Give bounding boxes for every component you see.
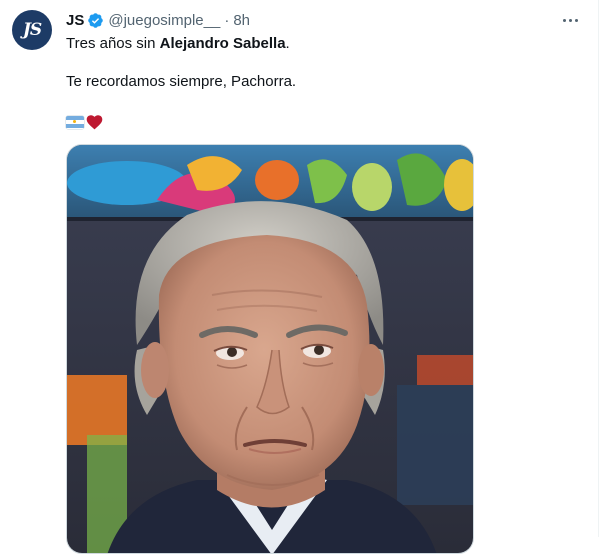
separator-dot: · (224, 11, 230, 29)
tweet-text-suffix: . (285, 35, 290, 52)
tweet-text-line-1: Tres años sin Alejandro Sabella. (66, 34, 290, 54)
tweet-photo[interactable] (66, 144, 474, 554)
tweet-header: JS @juegosimple__ · 8h (66, 10, 250, 30)
tweet-text-line-2: Te recordamos siempre, Pachorra. (66, 73, 297, 90)
tweet-text-prefix: Tres años sin (66, 35, 160, 52)
more-dot-icon (568, 18, 572, 22)
more-dot-icon (562, 18, 566, 22)
portrait-photo (67, 145, 473, 553)
tweet-text-name: Alejandro Sabella (159, 35, 286, 52)
timestamp[interactable]: 8h (233, 12, 250, 29)
red-heart-icon (86, 114, 103, 130)
more-dot-icon (574, 18, 578, 22)
verified-badge-icon (87, 12, 104, 29)
flag-argentina-icon (66, 115, 84, 129)
emoji-row (66, 113, 103, 131)
avatar-initials: JS (22, 20, 42, 40)
more-options-button[interactable] (556, 8, 584, 32)
display-name[interactable]: JS (66, 12, 84, 29)
handle[interactable]: @juegosimple__ (108, 12, 220, 29)
avatar[interactable]: JS (12, 10, 52, 50)
tweet[interactable]: JS JS @juegosimple__ · 8h Tres años sin … (0, 0, 599, 554)
